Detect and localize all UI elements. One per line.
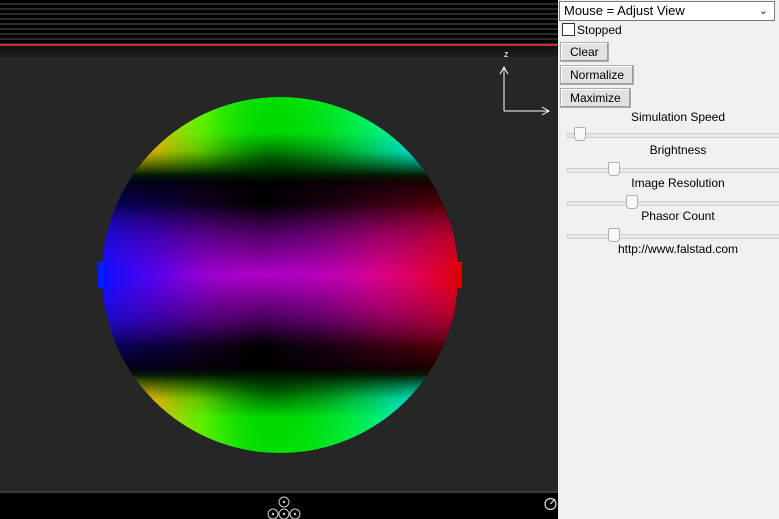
falstad-url: http://www.falstad.com [617, 242, 739, 256]
phasor-count-label: Phasor Count [641, 209, 715, 223]
brightness-thumb[interactable] [608, 162, 620, 176]
left-edge-pixels [98, 262, 104, 288]
simulation-viewport[interactable]: z [0, 0, 558, 519]
phasor-count-slider[interactable] [567, 228, 779, 242]
image-resolution-thumb[interactable] [626, 195, 638, 209]
simulation-speed-slider[interactable] [567, 127, 779, 141]
normalize-button[interactable]: Normalize [560, 65, 635, 85]
control-panel: Mouse = Adjust View ⌄ Stopped Clear Norm… [558, 0, 779, 519]
rotate-icon[interactable] [543, 496, 558, 511]
maximize-button[interactable]: Maximize [560, 88, 631, 108]
phasor-count-thumb[interactable] [608, 228, 620, 242]
mouse-mode-select[interactable]: Mouse = Adjust View ⌄ [559, 1, 775, 21]
right-edge-pixels [456, 262, 462, 288]
wavefunction-sphere[interactable] [0, 0, 558, 519]
stopped-checkbox[interactable] [562, 23, 575, 36]
brightness-slider[interactable] [567, 162, 779, 176]
stopped-checkbox-row[interactable]: Stopped [562, 23, 622, 37]
bottom-divider [0, 491, 558, 493]
image-resolution-label: Image Resolution [631, 176, 725, 190]
stopped-label: Stopped [577, 23, 622, 37]
chevron-down-icon: ⌄ [758, 5, 768, 17]
image-resolution-slider[interactable] [567, 195, 779, 209]
simulation-speed-thumb[interactable] [574, 127, 586, 141]
simulation-speed-label: Simulation Speed [630, 110, 726, 124]
clear-button[interactable]: Clear [560, 42, 609, 62]
brightness-label: Brightness [649, 143, 707, 157]
axes-icon: z [499, 49, 551, 116]
mouse-mode-value: Mouse = Adjust View [564, 3, 685, 18]
navigation-icon[interactable] [262, 495, 306, 519]
axis-z-label: z [504, 49, 509, 59]
